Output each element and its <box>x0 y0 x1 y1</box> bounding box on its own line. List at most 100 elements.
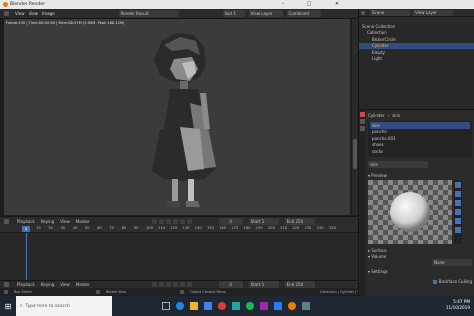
play-icon[interactable] <box>172 218 178 224</box>
prev-key2-icon[interactable] <box>158 282 164 287</box>
outliner[interactable]: Scene Collection Collection BezierCircle… <box>359 17 474 109</box>
timeline-editor-icon[interactable] <box>4 218 9 224</box>
search-icon: ⌕ <box>20 304 23 309</box>
render-viewport[interactable]: Frame:250 | Time:00:00.56 | Mem:88.57M (… <box>4 19 350 215</box>
timeline2-menu-keying[interactable]: Keying <box>41 282 54 287</box>
chevron-down-icon: ▾ <box>368 268 371 274</box>
timeline-tick-label: 10 <box>36 226 41 230</box>
backface-checkbox[interactable] <box>432 279 437 284</box>
taskbar: ⊞ ⌕ Type here to search 5:47 PM 11/10/20… <box>0 296 474 316</box>
slot-select[interactable]: Slot 1 <box>222 10 245 17</box>
edge-icon[interactable] <box>176 302 184 310</box>
task-view-icon[interactable] <box>162 302 170 310</box>
app-icon[interactable] <box>232 302 240 310</box>
outliner-label: Collection <box>367 30 387 36</box>
end-frame2-field[interactable]: End 250 <box>284 281 315 288</box>
character-render <box>4 19 350 215</box>
chevron-right-icon: ▸ <box>368 247 371 253</box>
playhead-badge[interactable]: 0 <box>22 226 30 232</box>
play-reverse-icon[interactable] <box>165 218 171 224</box>
timeline2-header: Playback Keying View Marker 0 Start 1 En… <box>0 280 358 288</box>
scene-label: Scene <box>372 10 385 15</box>
timeline-ruler[interactable]: 0 10 20 30 40 50 60 70 80 90 100 110 120 130 140 150 160… <box>0 225 358 233</box>
end-frame-field[interactable]: End 250 <box>284 217 315 225</box>
view-layer-label: View Layer <box>250 11 273 16</box>
menu-view-2[interactable]: View <box>29 11 39 16</box>
timeline-tick-label: 50 <box>85 226 90 230</box>
taskbar-search-box[interactable]: ⌕ Type here to search <box>16 296 112 316</box>
window-titlebar: Blender Render – □ ✕ <box>0 0 474 9</box>
app3-icon[interactable] <box>274 302 282 310</box>
next-key2-icon[interactable] <box>179 282 185 287</box>
timeline-tick-label: 190 <box>255 226 263 230</box>
editor-type-icon[interactable] <box>4 11 9 16</box>
pass-select[interactable]: Combined <box>286 10 321 17</box>
volume-row: None <box>368 259 472 266</box>
volume-select[interactable]: None <box>432 259 472 266</box>
scrollbar-thumb[interactable] <box>353 139 357 169</box>
timeline-tick-label: 240 <box>316 226 324 230</box>
menu-view-1[interactable]: View <box>15 11 25 16</box>
scene-icon[interactable] <box>361 10 365 15</box>
render-header: View View Image Render Result Slot 1 Vie… <box>0 9 358 19</box>
timeline2-editor-icon[interactable] <box>4 282 9 287</box>
timeline-menu-keying[interactable]: Keying <box>41 219 54 224</box>
outliner-item-light[interactable]: Light <box>359 56 474 63</box>
play2-icon[interactable] <box>172 282 178 287</box>
settings-panel-header[interactable]: ▾ Settings <box>368 268 472 274</box>
jump-start-icon[interactable] <box>151 218 157 224</box>
blender-taskbar-icon[interactable] <box>288 302 296 310</box>
jump-end-icon[interactable] <box>186 218 192 224</box>
minimize-icon[interactable]: – <box>276 0 290 9</box>
app2-icon[interactable] <box>260 302 268 310</box>
jump-start2-icon[interactable] <box>151 282 157 287</box>
preview-label: Preview <box>371 172 387 178</box>
timeline2-menu-playback[interactable]: Playback <box>17 282 35 287</box>
preview-panel-header[interactable]: ▾ Preview <box>368 172 472 178</box>
object-tab-icon[interactable] <box>360 119 365 124</box>
taskbar-clock[interactable]: 5:47 PM 11/10/2019 <box>446 299 470 311</box>
blender-logo-icon <box>3 2 8 7</box>
material-slot-item[interactable]: socks <box>370 148 470 155</box>
play-reverse2-icon[interactable] <box>165 282 171 287</box>
store-icon[interactable] <box>204 302 212 310</box>
material-name-value: skin <box>370 162 379 167</box>
timeline-tick-label: 70 <box>109 226 114 230</box>
material-slot-list[interactable]: skin poncho poncho.001 shoes socks <box>368 121 472 157</box>
timeline-menu-playback[interactable]: Playback <box>17 219 35 224</box>
view-layer-right-select[interactable]: View Layer <box>413 9 453 16</box>
breadcrumb-separator-icon: › <box>387 112 390 118</box>
menu-image[interactable]: Image <box>42 11 55 16</box>
maximize-icon[interactable]: □ <box>302 0 316 9</box>
windows-start-icon[interactable]: ⊞ <box>0 296 16 316</box>
start-frame2-field[interactable]: Start 1 <box>248 281 279 288</box>
timeline-area[interactable] <box>0 233 358 280</box>
next-key-icon[interactable] <box>179 218 185 224</box>
file-explorer-icon[interactable] <box>190 302 198 310</box>
modifier-tab-icon[interactable] <box>360 126 365 131</box>
render-info: Frame:250 | Time:00:00.56 | Mem:88.57M (… <box>6 21 125 25</box>
close-icon[interactable]: ✕ <box>330 0 344 9</box>
timeline-menu-view[interactable]: View <box>60 219 70 224</box>
prev-key-icon[interactable] <box>158 218 164 224</box>
app4-icon[interactable] <box>302 302 310 310</box>
jump-end2-icon[interactable] <box>186 282 192 287</box>
current-frame2-field[interactable]: 0 <box>218 281 243 288</box>
scene-select[interactable]: Scene <box>370 9 410 16</box>
playback-controls <box>151 218 193 224</box>
material-name-field[interactable]: skin <box>368 161 428 168</box>
material-tab-icon[interactable] <box>360 112 365 117</box>
timeline2-menu-marker[interactable]: Marker <box>76 282 90 287</box>
timeline-menu-marker[interactable]: Marker <box>76 219 90 224</box>
outliner-header <box>359 17 474 23</box>
render-result-select[interactable]: Render Result <box>118 10 179 17</box>
start-frame-field[interactable]: Start 1 <box>248 217 279 225</box>
chrome-icon[interactable] <box>218 302 226 310</box>
start2-value: 1 <box>261 282 265 287</box>
current-frame-field[interactable]: 0 <box>218 217 243 225</box>
view-layer-select[interactable]: View Layer <box>248 10 283 17</box>
timeline2-menu-view[interactable]: View <box>60 282 70 287</box>
timeline-tick-label: 90 <box>133 226 139 230</box>
timeline-header: Playback Keying View Marker 0 Start 1 En… <box>0 216 358 225</box>
spotify-icon[interactable] <box>246 302 254 310</box>
